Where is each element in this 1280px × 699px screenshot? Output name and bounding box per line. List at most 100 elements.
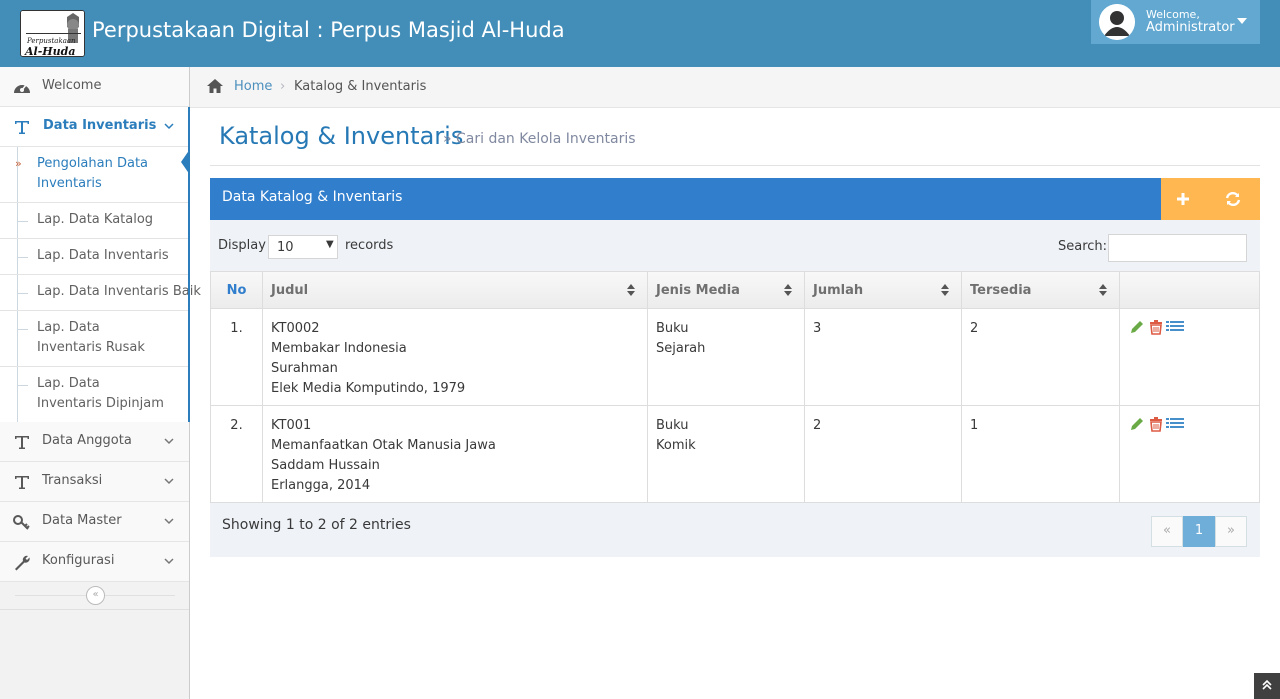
submenu-data-inventaris: » Pengolahan Data Inventaris Lap. Data K… — [0, 147, 201, 422]
table-cell-no: 1. — [211, 309, 263, 406]
media-category: Komik — [656, 438, 696, 453]
item-author: Saddam Hussain — [271, 458, 380, 473]
scroll-to-top-button[interactable] — [1254, 673, 1280, 699]
sidebar-item-label: Transaksi — [42, 473, 103, 488]
caret-down-icon — [1237, 18, 1247, 24]
item-code: KT001 — [271, 418, 312, 433]
inventory-table: No Judul Jenis Media Jumlah Tersedia 1. … — [210, 271, 1260, 503]
table-info: Showing 1 to 2 of 2 entries — [222, 517, 411, 533]
display-label: Display — [218, 238, 266, 253]
chevron-down-icon — [164, 438, 174, 445]
submenu-item-label: Lap. Data Inventaris Baik — [37, 284, 201, 299]
sidebar-item-data-inventaris[interactable]: Data Inventaris — [0, 107, 189, 147]
table-cell-actions — [1120, 309, 1259, 406]
item-publisher: Elek Media Komputindo, 1979 — [271, 381, 466, 396]
sidebar-item-konfigurasi[interactable]: Konfigurasi — [0, 542, 189, 582]
column-header-no[interactable]: No — [211, 272, 263, 309]
trash-icon[interactable] — [1148, 416, 1164, 432]
refresh-icon[interactable] — [1223, 189, 1243, 209]
dashboard-icon — [14, 84, 30, 93]
table-cell-judul: KT0002 Membakar Indonesia Surahman Elek … — [263, 309, 648, 406]
table-cell-jenis-media: Buku Komik — [648, 406, 805, 503]
breadcrumb-current: Katalog & Inventaris — [294, 79, 427, 94]
submenu-item-lap-inventaris-baik[interactable]: Lap. Data Inventaris Baik — [0, 275, 201, 311]
chevron-down-icon — [164, 518, 174, 525]
double-chevron-up-icon — [1262, 679, 1272, 690]
user-menu[interactable]: Welcome, Administrator — [1091, 0, 1260, 44]
column-header-label: Jenis Media — [656, 283, 740, 298]
submenu-item-label: Pengolahan Data Inventaris — [37, 156, 149, 191]
pagination-page[interactable]: 1 — [1183, 516, 1215, 547]
pencil-icon[interactable] — [1129, 319, 1145, 335]
wrench-icon — [15, 555, 30, 571]
cell-text: 2. — [230, 418, 243, 433]
sidebar-item-data-master[interactable]: Data Master — [0, 502, 189, 542]
pagination-next[interactable]: » — [1215, 516, 1247, 547]
submenu-item-lap-inventaris-dipinjam[interactable]: Lap. Data Inventaris Dipinjam — [0, 367, 189, 422]
sidebar-item-label: Welcome — [42, 78, 102, 93]
sidebar-item-label: Konfigurasi — [42, 553, 115, 568]
column-header-label: Tersedia — [970, 283, 1032, 298]
text-t-icon — [15, 436, 29, 449]
brand-title[interactable]: Perpustakaan Digital : Perpus Masjid Al-… — [92, 18, 565, 42]
list-icon[interactable] — [1166, 416, 1184, 432]
table-cell-tersedia: 1 — [962, 406, 1120, 503]
submenu-item-lap-katalog[interactable]: Lap. Data Katalog — [0, 203, 189, 239]
widget-header: Data Katalog & Inventaris — [210, 178, 1161, 220]
select-value: 10 — [277, 240, 294, 255]
submenu-item-lap-inventaris[interactable]: Lap. Data Inventaris — [0, 239, 189, 275]
sort-icon — [627, 284, 635, 296]
media-type: Buku — [656, 321, 689, 336]
column-header-tersedia[interactable]: Tersedia — [962, 272, 1120, 309]
caret-down-icon: ▼ — [326, 239, 334, 250]
table-cell-judul: KT001 Memanfaatkan Otak Manusia Jawa Sad… — [263, 406, 648, 503]
navbar: Perpustakaan Al-Huda Perpustakaan Digita… — [0, 0, 1280, 67]
text-t-icon — [15, 476, 29, 489]
column-header-actions — [1120, 272, 1259, 309]
pagination-prev[interactable]: « — [1151, 516, 1183, 547]
chevron-down-icon — [164, 123, 174, 130]
table-cell-jumlah: 2 — [805, 406, 962, 503]
submenu-dash — [18, 329, 28, 330]
breadcrumb-home-link[interactable]: Home — [234, 79, 272, 94]
column-header-label: No — [226, 283, 247, 298]
text-t-icon — [15, 121, 29, 134]
pencil-icon[interactable] — [1129, 416, 1145, 432]
sidebar-item-data-anggota[interactable]: Data Anggota — [0, 422, 189, 462]
item-author: Surahman — [271, 361, 338, 376]
column-header-label: Judul — [271, 283, 309, 298]
records-per-page-select[interactable]: 10 ▼ — [268, 235, 338, 259]
library-logo[interactable]: Perpustakaan Al-Huda — [20, 10, 85, 57]
column-header-jumlah[interactable]: Jumlah — [805, 272, 962, 309]
media-category: Sejarah — [656, 341, 706, 356]
submenu-item-lap-inventaris-rusak[interactable]: Lap. Data Inventaris Rusak — [0, 311, 189, 367]
trash-icon[interactable] — [1148, 319, 1164, 335]
submenu-item-pengolahan[interactable]: » Pengolahan Data Inventaris — [0, 147, 190, 203]
submenu-dash — [18, 257, 28, 258]
column-header-judul[interactable]: Judul — [263, 272, 648, 309]
submenu-dash — [18, 293, 28, 294]
sidebar-collapse-button[interactable]: « — [86, 586, 105, 605]
plus-icon[interactable] — [1173, 189, 1193, 209]
sidebar-item-transaksi[interactable]: Transaksi — [0, 462, 189, 502]
sidebar-item-welcome[interactable]: Welcome — [0, 67, 189, 107]
cell-text: 1 — [970, 418, 979, 433]
item-publisher: Erlangga, 2014 — [271, 478, 371, 493]
list-icon[interactable] — [1166, 319, 1184, 335]
submenu-item-label: Lap. Data Katalog — [37, 212, 154, 227]
sidebar-item-label: Data Anggota — [42, 433, 132, 448]
table-cell-jumlah: 3 — [805, 309, 962, 406]
item-title: Membakar Indonesia — [271, 341, 407, 356]
submenu-dash — [18, 221, 28, 222]
cell-text: 2 — [970, 321, 979, 336]
logo-text-main: Al-Huda — [24, 45, 76, 57]
submenu-item-label: Lap. Data Inventaris Rusak — [37, 320, 145, 355]
breadcrumb-separator: › — [280, 79, 286, 94]
double-chevron-right-icon: » — [15, 157, 22, 170]
logo-text-top: Perpustakaan — [26, 37, 76, 45]
item-title: Memanfaatkan Otak Manusia Jawa — [271, 438, 496, 453]
table-cell-no: 2. — [211, 406, 263, 503]
records-label: records — [345, 238, 394, 253]
column-header-jenis-media[interactable]: Jenis Media — [648, 272, 805, 309]
search-input[interactable] — [1108, 234, 1247, 262]
